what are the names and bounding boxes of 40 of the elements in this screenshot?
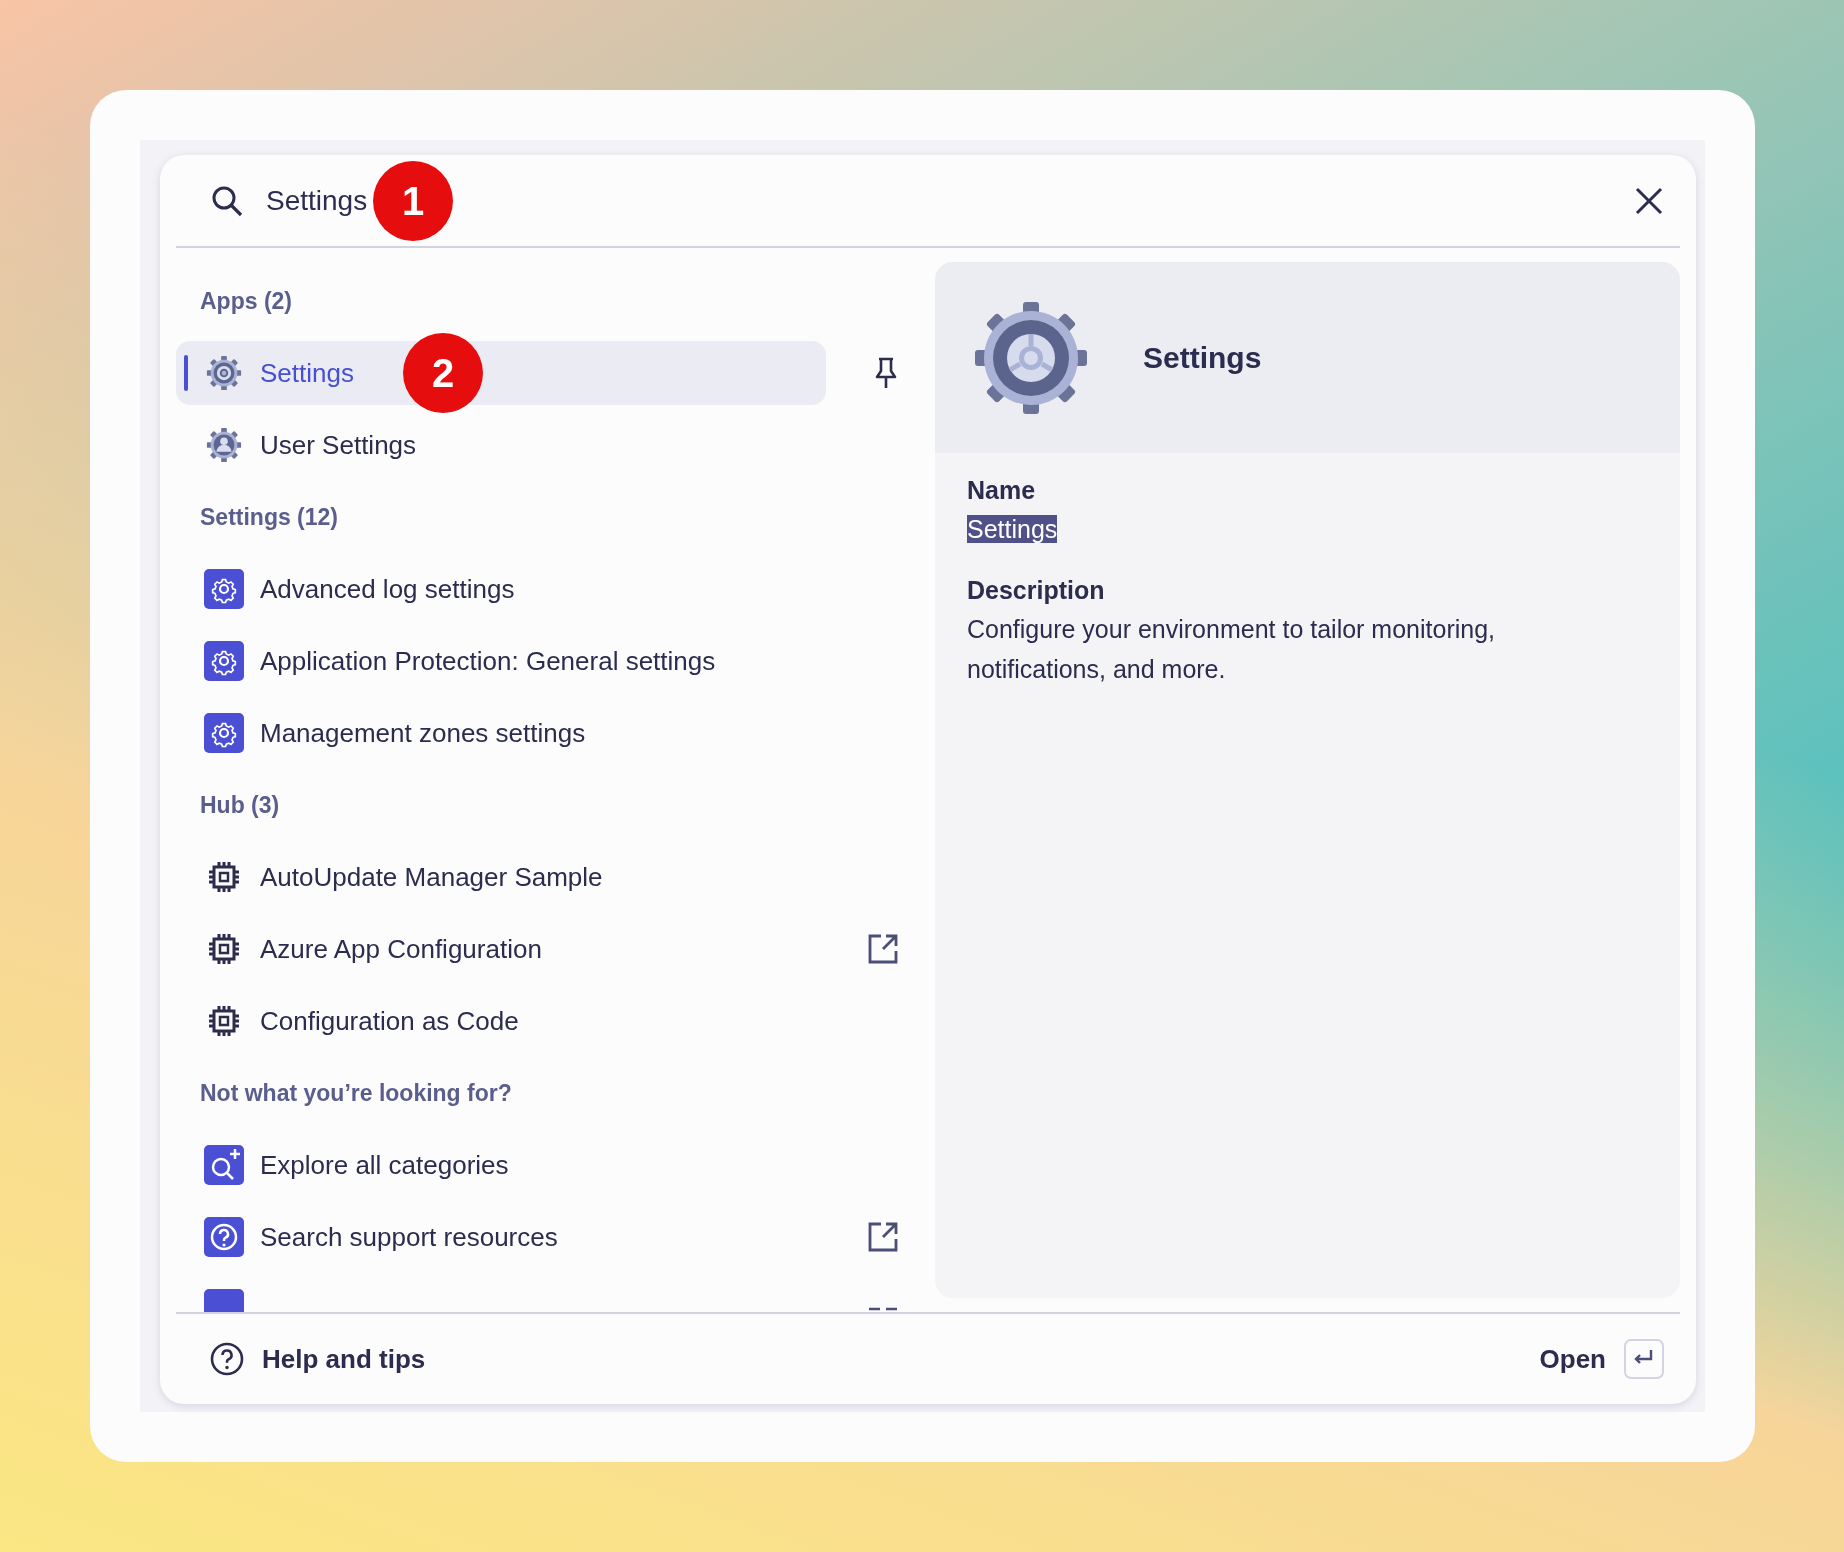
close-icon[interactable]: [1634, 185, 1664, 216]
settings-icon: [204, 713, 244, 753]
field-label: Name: [967, 475, 1037, 506]
field-label: Description: [967, 575, 1106, 606]
result-item[interactable]: Search support resources: [176, 1205, 826, 1269]
external-link-icon[interactable]: [867, 933, 899, 965]
help-button[interactable]: Help and tips: [210, 1339, 426, 1379]
pin-icon[interactable]: [873, 356, 899, 390]
section-heading: Not what you’re looking for?: [200, 1078, 512, 1108]
field-value: Configure your environment to tailor monitoring, notifications, and more.: [967, 615, 1496, 683]
result-item[interactable]: Management zones settings: [176, 701, 826, 765]
result-item[interactable]: Application Protection: General settings: [176, 629, 826, 693]
settings-icon: [204, 569, 244, 609]
result-item[interactable]: AutoUpdate Manager Sample: [176, 845, 826, 909]
user-gear-icon: [205, 426, 243, 464]
section-heading: Settings (12): [200, 502, 339, 532]
field-value: Settings: [967, 515, 1058, 543]
result-item[interactable]: User Settings: [176, 413, 826, 477]
result-item[interactable]: Explore all categories: [176, 1133, 826, 1197]
help-icon: [204, 1217, 244, 1257]
gear-icon: [973, 299, 1089, 416]
enter-key-icon: [1624, 1339, 1664, 1379]
result-item[interactable]: Advanced log settings: [176, 557, 826, 621]
external-link-icon[interactable]: [867, 1221, 899, 1253]
dash-icon: [867, 1307, 899, 1311]
help-icon: [210, 1342, 244, 1376]
step-number-badge: 2: [403, 333, 483, 413]
settings-icon: [204, 641, 244, 681]
step-number-badge: 1: [373, 161, 453, 241]
chip-icon: [207, 932, 241, 966]
gear-icon: [205, 354, 243, 392]
result-item[interactable]: Azure App Configuration: [176, 917, 826, 981]
preview-title: Settings: [1143, 340, 1262, 376]
search-plus-icon: [204, 1145, 244, 1185]
chip-icon: [207, 1004, 241, 1038]
section-heading: Hub (3): [200, 790, 280, 820]
section-heading: Apps (2): [200, 286, 292, 316]
open-button[interactable]: Open: [1539, 1339, 1664, 1379]
chip-icon: [207, 860, 241, 894]
result-item[interactable]: Configuration as Code: [176, 989, 826, 1053]
